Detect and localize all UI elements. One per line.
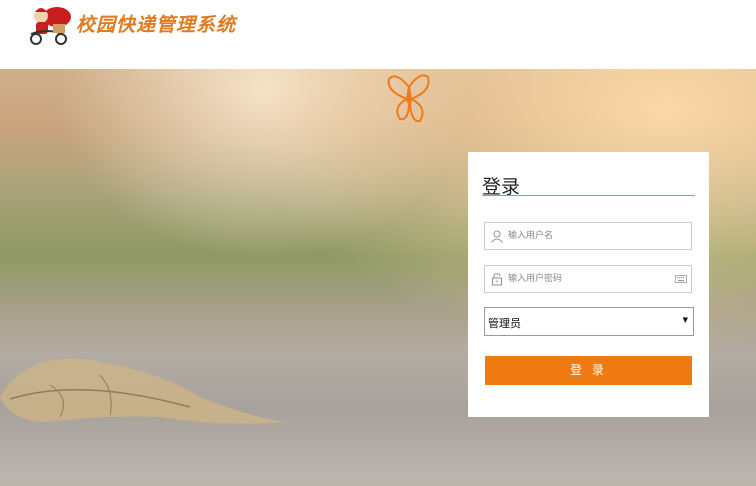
login-button[interactable]: 登 录 — [485, 356, 692, 385]
keyboard-icon[interactable] — [675, 275, 687, 283]
user-icon — [491, 230, 503, 243]
password-field[interactable] — [484, 265, 692, 293]
title-divider — [482, 195, 695, 196]
page-header: 校园快递管理系统 — [0, 0, 756, 69]
delivery-rider-logo-icon — [30, 7, 71, 45]
chevron-down-icon: ▼ — [682, 316, 688, 324]
butterfly-icon — [387, 74, 430, 123]
lock-icon — [491, 272, 503, 286]
username-field[interactable] — [484, 222, 692, 250]
role-selected-value: 管理员 — [488, 317, 521, 330]
password-input[interactable] — [508, 266, 668, 292]
username-input[interactable] — [508, 223, 668, 249]
role-select[interactable]: 管理员 ▼ — [484, 307, 694, 336]
app-title: 校园快递管理系统 — [76, 14, 237, 36]
leaf-image — [0, 358, 285, 424]
login-panel: 登录 管理员 ▼ 登 录 — [468, 152, 709, 417]
